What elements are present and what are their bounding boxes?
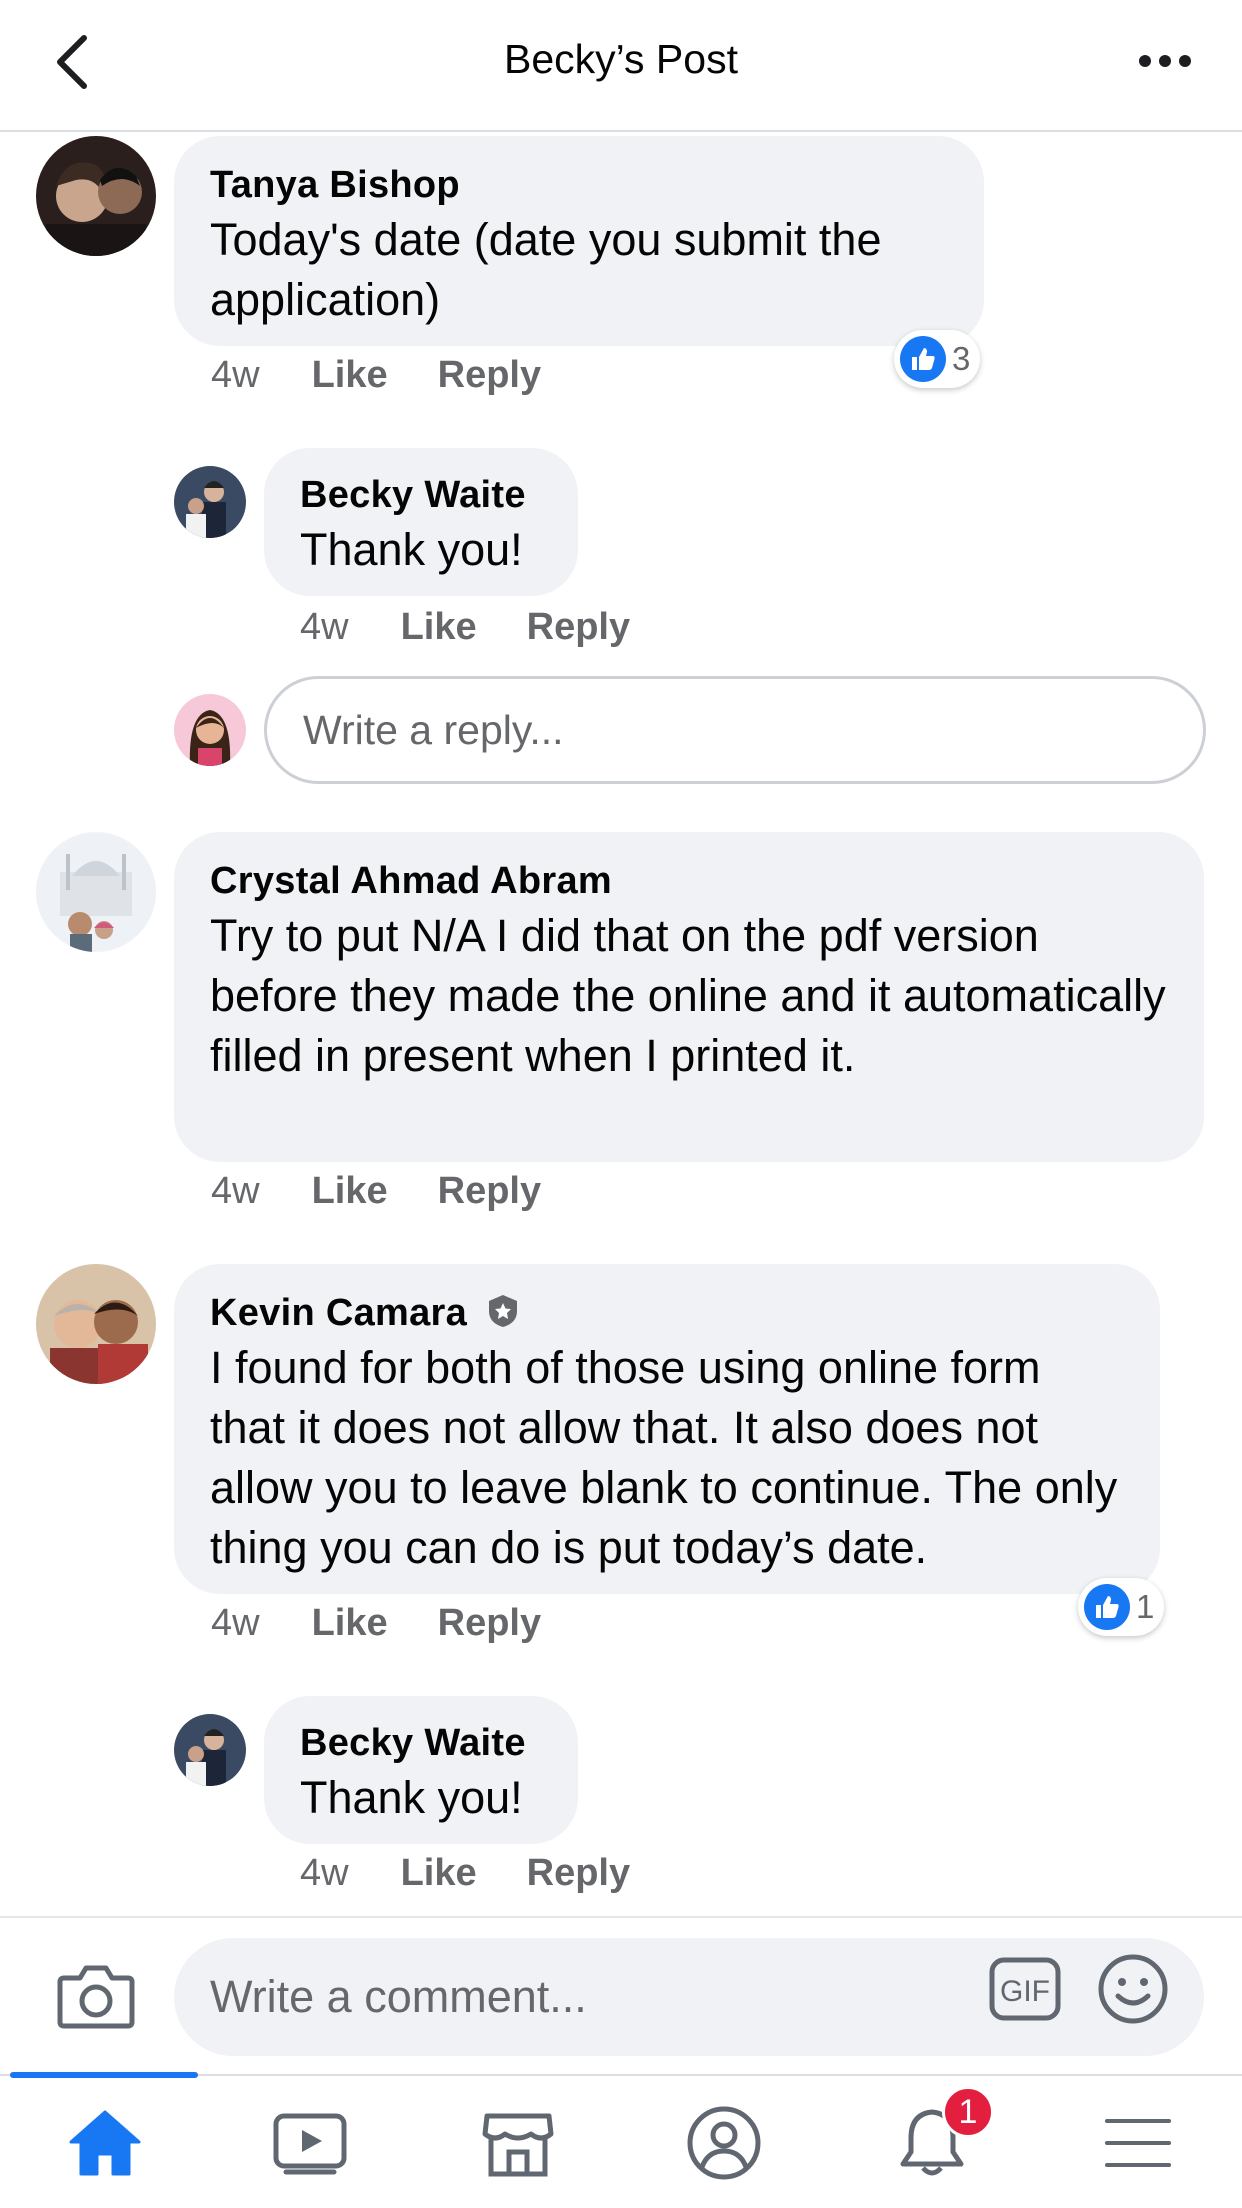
like-reaction-icon xyxy=(900,336,946,382)
comment-author[interactable]: Becky Waite xyxy=(300,1718,542,1768)
comment-time: 4w xyxy=(211,1602,260,1644)
like-link[interactable]: Like xyxy=(401,606,477,649)
like-reaction-icon xyxy=(1084,1584,1130,1630)
comment-bubble[interactable]: Crystal Ahmad Abram Try to put N/A I did… xyxy=(174,832,1204,1162)
camera-icon xyxy=(57,1965,135,2029)
my-avatar xyxy=(174,694,246,766)
admin-shield-icon xyxy=(488,1295,517,1327)
video-icon xyxy=(273,2113,347,2175)
avatar[interactable] xyxy=(174,1714,246,1786)
like-link[interactable]: Like xyxy=(312,1602,388,1645)
comment-text: Try to put N/A I did that on the pdf ver… xyxy=(210,910,1166,1081)
comment-bubble[interactable]: Becky Waite Thank you! xyxy=(264,1696,578,1844)
comment-actions: 4w Like Reply xyxy=(211,1170,541,1213)
comment-bubble[interactable]: Becky Waite Thank you! xyxy=(264,448,578,596)
comment-actions: 4w Like Reply xyxy=(300,1852,630,1895)
tab-profile[interactable] xyxy=(674,2098,774,2188)
camera-button[interactable] xyxy=(56,1960,136,2030)
more-horizontal-icon xyxy=(1139,55,1151,67)
smiley-icon xyxy=(1098,1954,1168,2024)
comment-author[interactable]: Becky Waite xyxy=(300,470,542,520)
page-title: Becky’s Post xyxy=(504,36,738,82)
comment-time: 4w xyxy=(300,606,349,648)
gif-icon: GIF xyxy=(989,1957,1061,2021)
avatar[interactable] xyxy=(36,1264,156,1384)
comment-bubble[interactable]: Kevin Camara I found for both of those u… xyxy=(174,1264,1160,1594)
reaction-number: 1 xyxy=(1136,1588,1155,1625)
like-link[interactable]: Like xyxy=(401,1852,477,1895)
more-button[interactable] xyxy=(1132,36,1198,86)
like-link[interactable]: Like xyxy=(312,1170,388,1213)
tab-marketplace[interactable] xyxy=(468,2098,568,2188)
comment-text: Today's date (date you submit the applic… xyxy=(210,214,882,325)
tab-home[interactable] xyxy=(55,2098,155,2188)
header: Becky’s Post xyxy=(0,0,1242,132)
tab-watch[interactable] xyxy=(260,2098,360,2188)
comment-time: 4w xyxy=(211,1170,260,1212)
comment-text: I found for both of those using online f… xyxy=(210,1342,1118,1573)
reply-link[interactable]: Reply xyxy=(438,354,541,397)
reply-link[interactable]: Reply xyxy=(527,606,630,649)
reaction-count[interactable]: 3 xyxy=(894,330,981,388)
reaction-number: 3 xyxy=(952,340,971,377)
notification-badge: 1 xyxy=(942,2086,994,2138)
comment-actions: 4w Like Reply xyxy=(300,606,630,649)
active-tab-indicator xyxy=(10,2072,198,2078)
comment-composer: Write a comment... GIF xyxy=(0,1916,1242,2072)
comment-time: 4w xyxy=(211,354,260,396)
svg-text:GIF: GIF xyxy=(1000,1975,1050,2008)
comment-author[interactable]: Crystal Ahmad Abram xyxy=(210,856,1168,906)
avatar[interactable] xyxy=(36,136,156,256)
comment-bubble[interactable]: Tanya Bishop Today's date (date you subm… xyxy=(174,136,984,346)
profile-icon xyxy=(687,2106,761,2180)
reply-link[interactable]: Reply xyxy=(438,1602,541,1645)
like-link[interactable]: Like xyxy=(312,354,388,397)
comment-text: Thank you! xyxy=(300,524,523,575)
comment-actions: 4w Like Reply xyxy=(211,1602,541,1645)
comment-author-name[interactable]: Kevin Camara xyxy=(210,1292,467,1334)
avatar[interactable] xyxy=(174,466,246,538)
avatar[interactable] xyxy=(36,832,156,952)
comment-time: 4w xyxy=(300,1852,349,1894)
reply-link[interactable]: Reply xyxy=(438,1170,541,1213)
home-icon xyxy=(69,2110,141,2176)
reply-link[interactable]: Reply xyxy=(527,1852,630,1895)
reply-input[interactable]: Write a reply... xyxy=(264,676,1206,784)
menu-icon xyxy=(1105,2119,1171,2167)
comment-author[interactable]: Tanya Bishop xyxy=(210,160,948,210)
marketplace-icon xyxy=(482,2113,554,2177)
tab-menu[interactable] xyxy=(1088,2098,1188,2188)
reaction-count[interactable]: 1 xyxy=(1078,1578,1165,1636)
comment-author[interactable]: Kevin Camara xyxy=(210,1288,1124,1338)
bottom-tab-bar: 1 xyxy=(0,2072,1242,2208)
gif-button[interactable]: GIF xyxy=(988,1954,1062,2024)
emoji-button[interactable] xyxy=(1096,1952,1170,2026)
comment-actions: 4w Like Reply xyxy=(211,354,541,397)
comment-text: Thank you! xyxy=(300,1772,523,1823)
